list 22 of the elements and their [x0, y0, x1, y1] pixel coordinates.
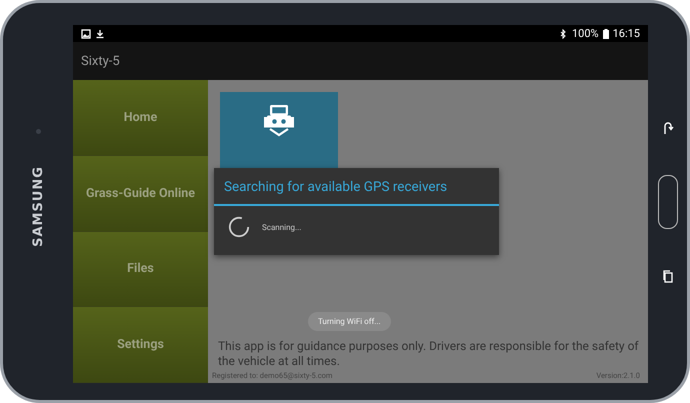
spinner-icon: [228, 216, 250, 238]
tractor-icon: [264, 102, 294, 138]
sidebar-item[interactable]: Grass-Guide Online: [73, 156, 208, 232]
home-button[interactable]: [658, 174, 678, 228]
clock: 16:15: [612, 27, 640, 40]
disclaimer-text: This app is for guidance purposes only. Drivers are responsible for the safety of the vehicle at all times.: [218, 339, 640, 368]
download-icon: [95, 28, 105, 38]
toast: Turning WiFi off...: [308, 312, 391, 331]
image-icon: [81, 28, 91, 38]
camera-icon: [36, 129, 40, 134]
sidebar-item[interactable]: Home: [73, 80, 208, 156]
battery-icon: [602, 28, 609, 38]
dialog-message: Scanning...: [262, 222, 302, 232]
bluetooth-icon: [558, 28, 568, 38]
dialog-title: Searching for available GPS receivers: [214, 168, 499, 206]
back-icon[interactable]: [662, 120, 674, 134]
brand-logo: SAMSUNG: [30, 166, 46, 247]
battery-level: 100%: [572, 27, 599, 40]
sidebar-item[interactable]: Settings: [73, 307, 208, 383]
app-title: Sixty-5: [81, 54, 120, 68]
recent-apps-icon[interactable]: [662, 268, 674, 282]
sidebar-item[interactable]: Files: [73, 232, 208, 308]
